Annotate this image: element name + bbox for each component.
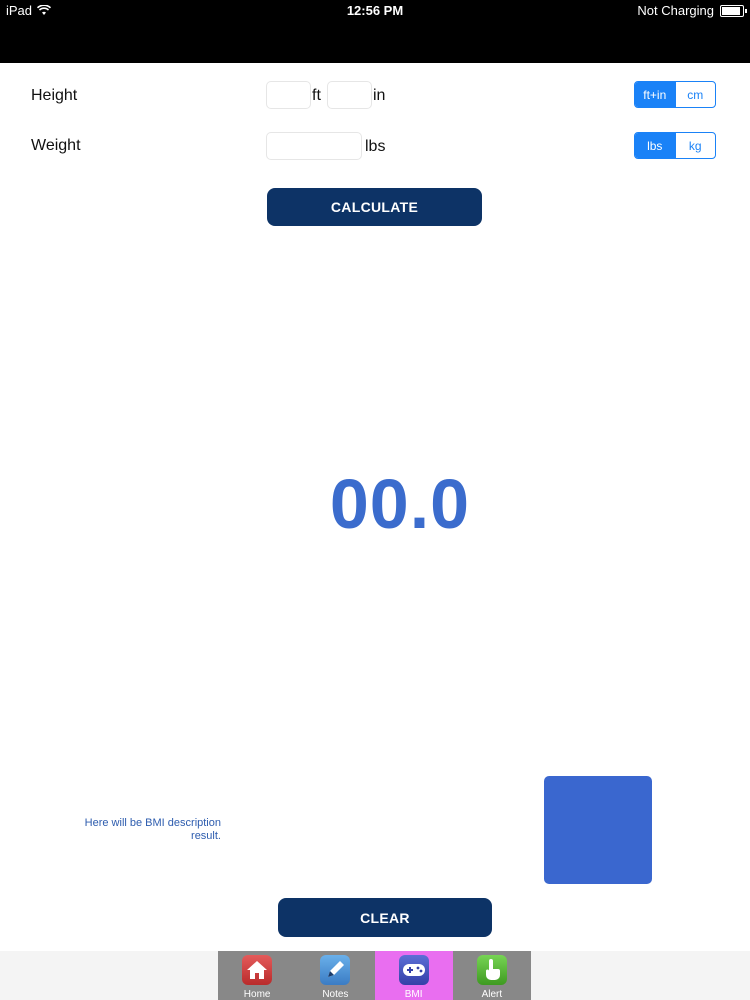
bmi-color-indicator bbox=[544, 776, 652, 884]
home-icon bbox=[242, 955, 273, 985]
tab-bar: Home Notes BMI Alert bbox=[0, 951, 750, 1000]
bmi-value: 00.0 bbox=[329, 465, 471, 543]
charging-status: Not Charging bbox=[637, 3, 714, 18]
bmi-description: Here will be BMI description result. bbox=[84, 817, 221, 842]
calculate-button[interactable]: CALCULATE bbox=[267, 188, 482, 226]
height-ft-input[interactable] bbox=[266, 81, 311, 109]
height-unit-selector: ft+in cm bbox=[634, 81, 716, 108]
tab-notes-label: Notes bbox=[322, 989, 349, 1000]
weight-unit-lbs[interactable]: lbs bbox=[635, 133, 675, 158]
height-in-unit: in bbox=[373, 87, 386, 104]
height-unit-ftin[interactable]: ft+in bbox=[635, 82, 675, 107]
height-unit-cm[interactable]: cm bbox=[674, 82, 716, 107]
weight-label: Weight bbox=[31, 137, 81, 154]
tab-alert-label: Alert bbox=[481, 989, 503, 1000]
tab-home-label: Home bbox=[243, 989, 271, 1000]
tab-bmi[interactable]: BMI bbox=[374, 951, 453, 1000]
status-bar: iPad 12:56 PM Not Charging bbox=[0, 0, 750, 63]
weight-unit-selector: lbs kg bbox=[634, 132, 716, 159]
clear-button[interactable]: CLEAR bbox=[278, 898, 492, 937]
weight-unit-kg[interactable]: kg bbox=[674, 133, 716, 158]
tab-group: Home Notes BMI Alert bbox=[218, 951, 531, 1000]
height-label: Height bbox=[31, 87, 78, 104]
status-right: Not Charging bbox=[637, 3, 747, 18]
tab-home[interactable]: Home bbox=[218, 951, 296, 1000]
hand-pointer-icon bbox=[476, 955, 507, 985]
tab-bmi-label: BMI bbox=[404, 989, 423, 1000]
notes-icon bbox=[320, 955, 351, 985]
weight-input[interactable] bbox=[266, 132, 362, 160]
weight-unit: lbs bbox=[365, 138, 386, 155]
height-in-input[interactable] bbox=[327, 81, 372, 109]
tab-alert[interactable]: Alert bbox=[453, 951, 531, 1000]
battery-icon bbox=[720, 4, 747, 17]
height-ft-unit: ft bbox=[312, 87, 321, 104]
gamepad-icon bbox=[398, 955, 429, 985]
tab-notes[interactable]: Notes bbox=[296, 951, 374, 1000]
